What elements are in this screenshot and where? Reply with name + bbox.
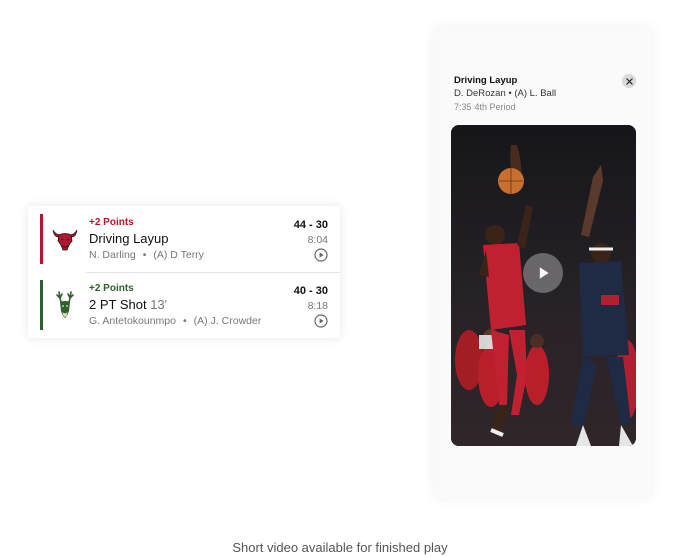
caption: Short video available for finished play [232, 540, 448, 555]
row-divider [86, 272, 340, 273]
play-players: G. Antetokounmpo • (A) J. Crowder [89, 315, 261, 327]
shooter-name: N. Darling [89, 249, 136, 261]
play-row-bucks[interactable]: +2 Points 2 PT Shot 13' G. Antetokounmpo… [28, 276, 340, 338]
play-description-text: Driving Layup [89, 231, 169, 246]
team-color-bar [40, 214, 43, 264]
play-points: +2 Points [89, 217, 134, 228]
play-button[interactable] [523, 253, 563, 293]
deer-icon [50, 290, 80, 320]
play-circle-icon[interactable] [314, 314, 328, 328]
assist-name: (A) D Terry [153, 249, 204, 261]
shooter-name: G. Antetokounmpo [89, 315, 176, 327]
modal-clock: 7:35 [454, 102, 472, 112]
close-button[interactable] [622, 74, 636, 88]
modal-period: 4th Period [474, 102, 516, 112]
play-icon [539, 267, 549, 279]
video-player[interactable] [451, 125, 636, 446]
play-score: 40 - 30 [293, 285, 328, 297]
assist-name: (A) J. Crowder [193, 315, 262, 327]
modal-time: 7:35 4th Period [454, 102, 516, 112]
play-description-text: 2 PT Shot [89, 297, 147, 312]
play-row-bulls[interactable]: +2 Points Driving Layup N. Darling • (A) D… [28, 210, 340, 272]
close-icon [625, 77, 633, 85]
modal-title: Driving Layup [454, 75, 518, 86]
play-description: 2 PT Shot 13' [89, 297, 167, 312]
bull-icon [50, 224, 80, 254]
video-modal: Driving Layup D. DeRozan • (A) L. Ball 7… [434, 27, 652, 498]
play-time: 8:18 [307, 300, 328, 312]
play-score: 44 - 30 [293, 219, 328, 231]
separator-dot: • [182, 315, 187, 327]
separator-dot: • [142, 249, 147, 261]
play-points: +2 Points [89, 283, 134, 294]
play-time: 8:04 [307, 234, 328, 246]
canvas: +2 Points Driving Layup N. Darling • (A) D… [0, 0, 680, 557]
modal-players: D. DeRozan • (A) L. Ball [454, 88, 557, 99]
team-color-bar [40, 280, 43, 330]
play-list-card: +2 Points Driving Layup N. Darling • (A) D… [28, 206, 340, 338]
play-players: N. Darling • (A) D Terry [89, 249, 204, 261]
shot-distance: 13' [150, 297, 168, 312]
play-circle-icon[interactable] [314, 248, 328, 262]
play-description: Driving Layup [89, 231, 169, 246]
